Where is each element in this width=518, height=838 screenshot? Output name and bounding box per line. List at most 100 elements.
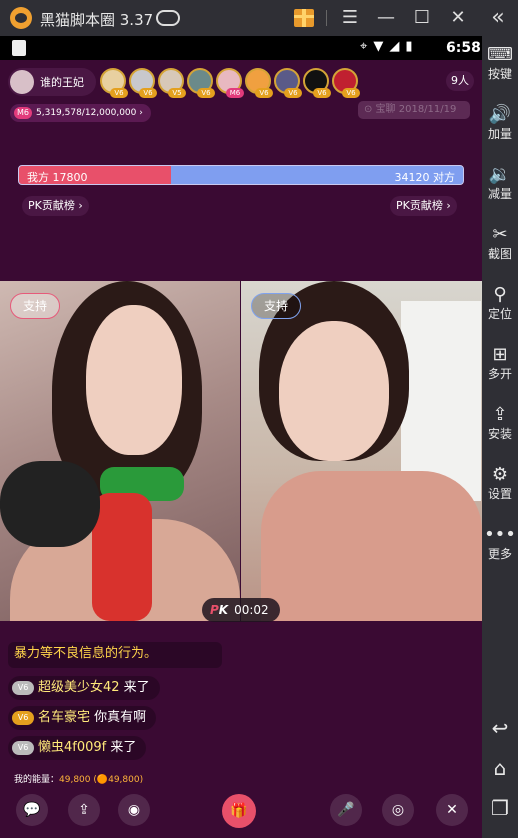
pk-score-bar: 我方 17800 34120 对方	[18, 165, 464, 185]
level-badge: V6	[342, 88, 360, 98]
video-figure	[261, 471, 482, 621]
chat-username: 名车豪宅	[38, 710, 91, 725]
sidebar-item-label: 定位	[487, 307, 512, 321]
volume-down-icon: 🔉	[488, 164, 512, 185]
share-icon[interactable]: ⇪	[68, 794, 100, 826]
microphone-figure	[0, 461, 100, 547]
sidebar-item-location[interactable]: ⚲ 定位	[482, 284, 518, 322]
video-figure	[86, 305, 182, 455]
host-avatar[interactable]	[10, 70, 34, 94]
android-status-bar: ⌖▼◢▮ 6:58	[0, 36, 482, 60]
beauty-icon[interactable]: ◎	[382, 794, 414, 826]
viewer-avatar[interactable]: V6	[245, 68, 273, 98]
status-clock: 6:58	[446, 40, 481, 56]
system-notice: 暴力等不良信息的行为。	[8, 642, 222, 668]
sidebar-item-label: 安装	[487, 427, 512, 441]
chat-message[interactable]: V6 超级美少女42 来了	[8, 676, 160, 700]
sidebar-item-screenshot[interactable]: ✂ 截图	[482, 224, 518, 262]
contribution-level-badge: M6	[14, 106, 32, 119]
sidebar-item-label: 按键	[487, 67, 512, 81]
close-icon[interactable]: ✕	[436, 794, 468, 826]
multi-window-icon: ⊞	[492, 344, 508, 365]
keyboard-icon: ⌨	[487, 44, 513, 65]
status-icons: ⌖▼◢▮	[360, 39, 419, 54]
host-name: 谁的王妃	[40, 76, 84, 89]
sidebar-item-volume-down[interactable]: 🔉 减量	[482, 164, 518, 202]
pk-timer: PK 00:02	[202, 598, 280, 622]
viewer-avatar[interactable]: V6	[332, 68, 360, 98]
chat-message[interactable]: V6 懒虫4f009f 来了	[8, 736, 147, 760]
host-video-left[interactable]: 支持	[0, 281, 240, 621]
back-icon[interactable]: ↩	[482, 716, 518, 740]
support-left-button[interactable]: 支持	[10, 293, 61, 319]
pk-timer-value: 00:02	[234, 603, 269, 617]
chevron-right-icon: ›	[446, 199, 451, 212]
viewer-avatar[interactable]: V6	[129, 68, 157, 98]
video-figure	[92, 493, 152, 621]
viewer-avatar[interactable]: M6	[216, 68, 244, 98]
sidebar-item-label: 更多	[487, 547, 512, 561]
contribution-progress[interactable]: M6 5,319,578/12,000,000 ›	[10, 104, 151, 122]
close-icon[interactable]: ✕	[446, 6, 470, 30]
support-right-button[interactable]: 支持	[251, 293, 302, 319]
sidebar-item-label: 截图	[487, 247, 512, 261]
sidebar-item-keymap[interactable]: ⌨ 按键	[482, 44, 518, 82]
microphone-icon[interactable]: 🎤	[330, 794, 362, 826]
level-badge: V6	[255, 88, 273, 98]
pk-rank-left-button[interactable]: PK贡献榜 ›	[22, 196, 89, 216]
sidebar-item-volume-up[interactable]: 🔊 加量	[482, 104, 518, 142]
opponent-video-right[interactable]: 支持	[241, 281, 482, 621]
minimize-icon[interactable]: —	[374, 6, 398, 30]
sidebar-item-settings[interactable]: ⚙ 设置	[482, 464, 518, 502]
watermark: ⊙ 宝聊 2018/11/19	[358, 101, 470, 119]
pk-rank-right-button[interactable]: PK贡献榜 ›	[390, 196, 457, 216]
gift-box-icon[interactable]	[294, 9, 314, 27]
more-dots-icon: •••	[484, 524, 516, 545]
host-info[interactable]: 谁的王妃	[8, 68, 96, 96]
gear-icon: ⚙	[491, 464, 509, 485]
sidebar-item-more[interactable]: ••• 更多	[482, 524, 518, 562]
emulator-sidebar: ⌨ 按键 🔊 加量 🔉 减量 ✂ 截图 ⚲ 定位 ⊞ 多开 ⇪ 安装 ⚙ 设置 …	[482, 36, 518, 838]
black-cat-logo-icon	[10, 7, 32, 29]
viewer-avatar[interactable]: V6	[303, 68, 331, 98]
chevron-right-icon: ›	[78, 199, 83, 212]
level-badge: M6	[226, 88, 244, 98]
pk-rank-label: PK贡献榜	[396, 199, 443, 212]
viewer-avatar[interactable]: V6	[100, 68, 128, 98]
viewer-avatar[interactable]: V5	[158, 68, 186, 98]
sidebar-item-label: 多开	[487, 367, 512, 381]
level-badge: V6	[12, 710, 34, 725]
sidebar-item-multi-instance[interactable]: ⊞ 多开	[482, 344, 518, 382]
recent-apps-icon[interactable]: ❐	[482, 796, 518, 820]
level-badge: V6	[12, 740, 34, 755]
app-title: 黑猫脚本圈 3.37	[40, 11, 154, 29]
level-badge: V6	[110, 88, 128, 98]
contribution-value: 5,319,578/12,000,000	[36, 108, 137, 118]
home-icon[interactable]: ⌂	[482, 756, 518, 780]
chat-text: 来了	[119, 680, 150, 695]
sidebar-item-label: 加量	[487, 127, 512, 141]
gift-icon[interactable]: 🎁	[222, 794, 256, 828]
volume-up-icon: 🔊	[488, 104, 512, 125]
chat-username: 懒虫4f009f	[38, 740, 107, 755]
collapse-sidebar-icon[interactable]: «	[486, 6, 510, 30]
sidebar-item-install-apk[interactable]: ⇪ 安装	[482, 404, 518, 442]
apk-install-icon: ⇪	[492, 404, 508, 425]
chat-message[interactable]: V6 名车豪宅 你真有啊	[8, 706, 157, 730]
energy-value: 49,800	[59, 775, 91, 785]
chat-icon[interactable]: 💬	[16, 794, 48, 826]
gamepad-icon[interactable]	[156, 10, 180, 26]
viewer-avatar[interactable]: V6	[187, 68, 215, 98]
level-badge: V6	[313, 88, 331, 98]
level-badge: V6	[197, 88, 215, 98]
maximize-icon[interactable]: ☐	[410, 6, 434, 30]
menu-icon[interactable]: ☰	[338, 6, 362, 30]
viewer-count[interactable]: 9人	[446, 71, 474, 91]
energy-coins: (🟠49,800)	[93, 775, 144, 785]
level-badge: V6	[284, 88, 302, 98]
scissors-icon: ✂	[492, 224, 508, 245]
camera-icon[interactable]: ◉	[118, 794, 150, 826]
viewer-avatar[interactable]: V6	[274, 68, 302, 98]
notification-icon	[12, 40, 26, 56]
pk-logo-icon: PK	[210, 603, 229, 617]
